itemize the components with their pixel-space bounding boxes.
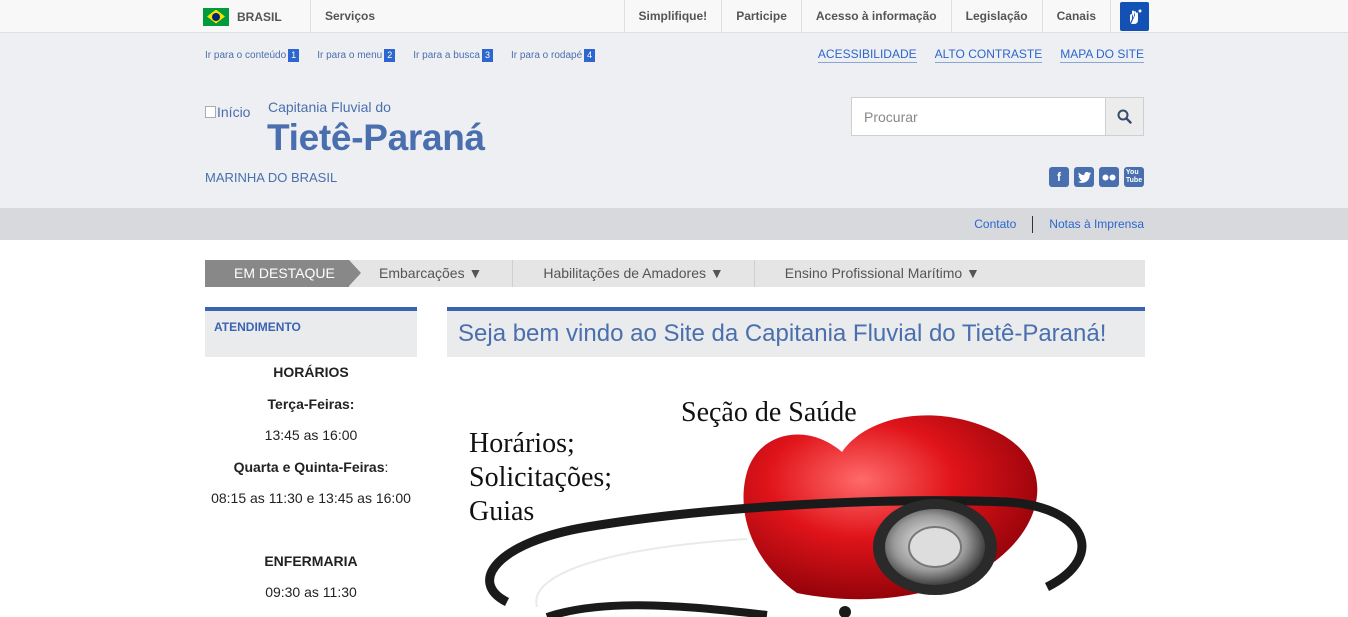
gov-link-legislacao[interactable]: Legislação <box>950 0 1042 33</box>
alto-contraste-link[interactable]: ALTO CONTRASTE <box>934 47 1043 63</box>
site-organization: MARINHA DO BRASIL <box>205 170 338 185</box>
day-quarta-quinta: Quarta e Quinta-Feiras <box>233 458 385 475</box>
social-links: f You Tube <box>1049 167 1144 187</box>
facebook-icon[interactable]: f <box>1049 167 1069 187</box>
time-quarta-quinta: 08:15 as 11:30 e 13:45 as 16:00 <box>211 490 411 506</box>
skip-link-content[interactable]: Ir para o conteúdo 1 <box>205 49 300 62</box>
banner-title: Seção de Saúde <box>681 397 857 428</box>
vlibras-hands-icon[interactable] <box>1120 2 1149 31</box>
secondary-bar: Contato Notas à Imprensa <box>0 208 1348 240</box>
site-subtitle[interactable]: Capitania Fluvial do <box>268 99 391 115</box>
skip-link-footer[interactable]: Ir para o rodapé 4 <box>511 49 596 62</box>
banner-line-guias: Guias <box>469 496 535 527</box>
atendimento-heading: ATENDIMENTO <box>205 307 417 357</box>
youtube-icon[interactable]: You Tube <box>1124 167 1144 187</box>
gov-top-bar: BRASIL Serviços Simplifique! Participe A… <box>0 0 1348 33</box>
notas-imprensa-link[interactable]: Notas à Imprensa <box>1049 217 1144 231</box>
time-terca: 13:45 as 16:00 <box>264 427 358 443</box>
search-button[interactable] <box>1105 98 1143 135</box>
menu-item-embarcacoes[interactable]: Embarcações ▼ <box>349 260 514 287</box>
horarios-title: HORÁRIOS <box>273 364 349 380</box>
brazil-flag-icon <box>203 7 229 26</box>
broken-image-icon <box>205 106 216 118</box>
day-terca: Terça-Feiras: <box>267 395 355 412</box>
menu-item-habilitacoes[interactable]: Habilitações de Amadores ▼ <box>513 260 755 287</box>
atendimento-content: HORÁRIOS Terça-Feiras: 13:45 as 16:00 Qu… <box>205 357 417 609</box>
enfermaria-title: ENFERMARIA <box>264 552 358 569</box>
contato-link[interactable]: Contato <box>974 217 1016 231</box>
main-content: Seja bem vindo ao Site da Capitania Fluv… <box>447 307 1145 617</box>
site-header: Ir para o conteúdo 1 Ir para o menu 2 Ir p… <box>0 33 1348 208</box>
banner-line-solicitacoes: Solicitações; <box>469 462 613 493</box>
twitter-icon[interactable] <box>1074 167 1094 187</box>
em-destaque-label: EM DESTAQUE <box>205 260 361 287</box>
gov-link-participe[interactable]: Participe <box>721 0 801 33</box>
servicos-link[interactable]: Serviços <box>325 0 375 33</box>
main-menu: EM DESTAQUE Embarcações ▼ Habilitações d… <box>205 260 1145 287</box>
skip-link-search[interactable]: Ir para a busca 3 <box>413 49 493 62</box>
health-section-banner[interactable]: Seção de Saúde Horários; Solicitações; G… <box>447 357 1145 617</box>
menu-item-ensino[interactable]: Ensino Profissional Marítimo ▼ <box>755 260 1010 287</box>
welcome-heading: Seja bem vindo ao Site da Capitania Fluv… <box>447 307 1145 357</box>
gov-link-acesso-informacao[interactable]: Acesso à informação <box>800 0 951 33</box>
gov-link-canais[interactable]: Canais <box>1041 0 1111 33</box>
skip-link-menu[interactable]: Ir para o menu 2 <box>317 49 396 62</box>
search-icon <box>1117 109 1132 124</box>
gov-links: Simplifique! Participe Acesso à informaç… <box>623 0 1111 33</box>
acessibilidade-link[interactable]: ACESSIBILIDADE <box>817 47 917 63</box>
search-form <box>851 97 1144 136</box>
banner-list: Horários; Solicitações; Guias <box>469 427 612 529</box>
brasil-label: BRASIL <box>237 9 282 24</box>
day-quarta-quinta-row: Quarta e Quinta-Feiras: <box>233 458 389 475</box>
banner-line-horarios: Horários; <box>469 428 575 459</box>
gov-link-simplifique[interactable]: Simplifique! <box>623 0 722 33</box>
flickr-icon[interactable] <box>1099 167 1119 187</box>
atendimento-panel: ATENDIMENTO HORÁRIOS Terça-Feiras: 13:45… <box>205 307 417 609</box>
accessibility-links: ACESSIBILIDADE ALTO CONTRASTE MAPA DO SI… <box>817 47 1144 63</box>
site-title[interactable]: Tietê-Paraná <box>267 117 485 159</box>
brasil-link[interactable]: BRASIL <box>203 0 282 33</box>
mapa-do-site-link[interactable]: MAPA DO SITE <box>1060 47 1144 63</box>
time-enfermaria: 09:30 as 11:30 <box>265 584 357 600</box>
logo-image[interactable]: Início <box>205 104 250 120</box>
skip-links: Ir para o conteúdo 1 Ir para o menu 2 Ir p… <box>205 49 596 62</box>
search-input[interactable] <box>852 98 1105 135</box>
